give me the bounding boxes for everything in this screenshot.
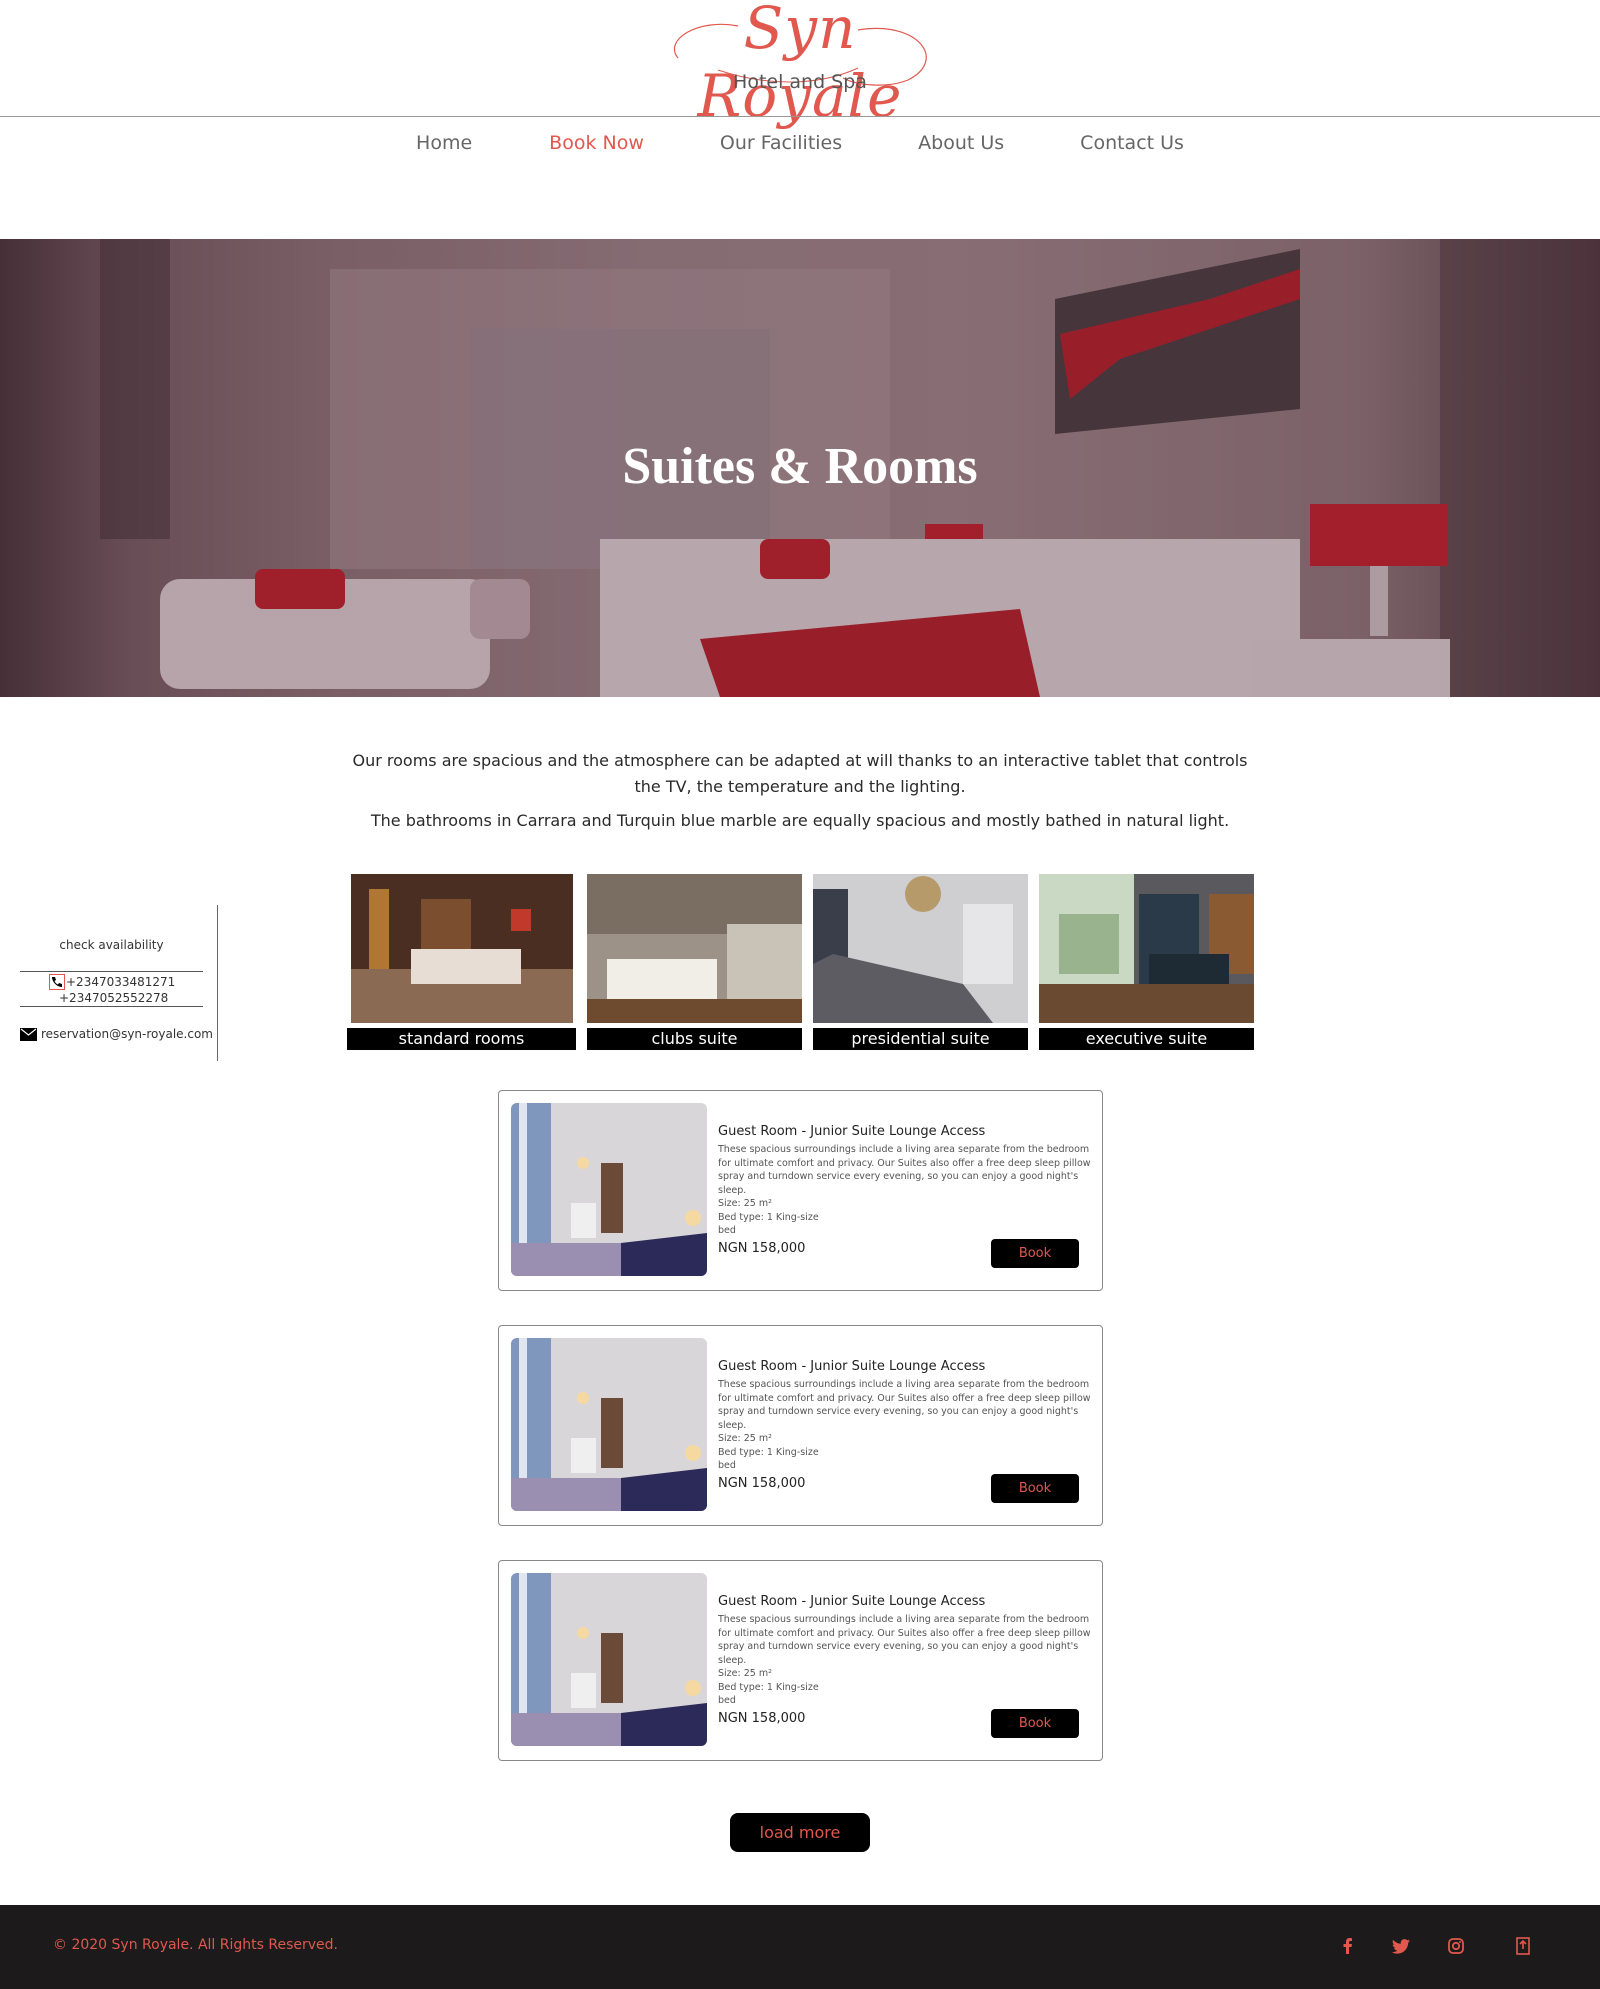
- category-image: [351, 874, 573, 1023]
- room-size: Size: 25 m²: [718, 1198, 772, 1209]
- availability-panel: check availability +2347033481271 +23470…: [0, 905, 218, 1061]
- category-image: [813, 874, 1028, 1023]
- logo-subtitle: Hotel and Spa: [733, 71, 867, 93]
- room-image: [511, 1573, 707, 1746]
- panel-divider: [20, 1006, 203, 1007]
- phone-number-2[interactable]: +2347052552278: [48, 990, 198, 1006]
- nav-contact-us[interactable]: Contact Us: [1080, 132, 1184, 162]
- nav-our-facilities[interactable]: Our Facilities: [720, 132, 842, 162]
- panel-divider: [20, 971, 203, 972]
- category-image: [587, 874, 802, 1023]
- room-price: NGN 158,000: [718, 1711, 806, 1726]
- room-size: Size: 25 m²: [718, 1433, 772, 1444]
- instagram-icon[interactable]: [1445, 1935, 1467, 1957]
- copyright-text: © 2020 Syn Royale. All Rights Reserved.: [53, 1937, 338, 1953]
- category-label: executive suite: [1039, 1028, 1254, 1050]
- room-card: Guest Room - Junior Suite Lounge Access …: [498, 1560, 1103, 1761]
- phone-numbers: +2347033481271 +2347052552278: [48, 974, 198, 1006]
- header-divider: [0, 116, 1600, 117]
- category-standard-rooms[interactable]: standard rooms: [347, 874, 576, 1050]
- site-logo[interactable]: Syn Royale Hotel and Spa: [650, 0, 950, 130]
- check-availability-link[interactable]: check availability: [20, 938, 203, 952]
- room-title: Guest Room - Junior Suite Lounge Access: [718, 1124, 986, 1139]
- category-label: standard rooms: [347, 1028, 576, 1050]
- room-title: Guest Room - Junior Suite Lounge Access: [718, 1359, 986, 1374]
- room-card: Guest Room - Junior Suite Lounge Access …: [498, 1325, 1103, 1526]
- logo-wordmark: Syn Royale: [697, 0, 903, 130]
- book-button[interactable]: Book: [991, 1709, 1079, 1738]
- category-label: clubs suite: [587, 1028, 802, 1050]
- room-bed-type-cont: bed: [718, 1460, 736, 1471]
- intro-paragraph-1: Our rooms are spacious and the atmospher…: [352, 751, 1248, 796]
- room-size: Size: 25 m²: [718, 1668, 772, 1679]
- room-title: Guest Room - Junior Suite Lounge Access: [718, 1594, 986, 1609]
- room-bed-type: Bed type: 1 King-size: [718, 1447, 819, 1458]
- room-description: These spacious surroundings include a li…: [718, 1614, 1091, 1666]
- email-contact[interactable]: reservation@syn-royale.com: [20, 1027, 220, 1041]
- email-address[interactable]: reservation@syn-royale.com: [41, 1027, 213, 1041]
- phone-number-1[interactable]: +2347033481271: [48, 974, 198, 990]
- hero-banner: Suites & Rooms: [0, 239, 1600, 697]
- site-footer: © 2020 Syn Royale. All Rights Reserved.: [0, 1905, 1600, 1989]
- category-image: [1039, 874, 1254, 1023]
- category-presidential-suite[interactable]: presidential suite: [813, 874, 1028, 1050]
- room-price: NGN 158,000: [718, 1476, 806, 1491]
- room-description: These spacious surroundings include a li…: [718, 1379, 1091, 1431]
- nav-home[interactable]: Home: [416, 132, 472, 162]
- intro-paragraph-2: The bathrooms in Carrara and Turquin blu…: [370, 811, 1230, 830]
- room-image: [511, 1338, 707, 1511]
- facebook-icon[interactable]: [1337, 1935, 1359, 1957]
- room-image: [511, 1103, 707, 1276]
- main-nav: Home Book Now Our Facilities About Us Co…: [0, 132, 1600, 162]
- book-button[interactable]: Book: [991, 1239, 1079, 1268]
- category-label: presidential suite: [813, 1028, 1028, 1050]
- book-button[interactable]: Book: [991, 1474, 1079, 1503]
- envelope-icon: [20, 1027, 37, 1041]
- room-card: Guest Room - Junior Suite Lounge Access …: [498, 1090, 1103, 1291]
- room-categories: standard rooms clubs suite presidential …: [347, 874, 1254, 1050]
- room-description: These spacious surroundings include a li…: [718, 1144, 1091, 1196]
- room-bed-type-cont: bed: [718, 1225, 736, 1236]
- room-bed-type: Bed type: 1 King-size: [718, 1212, 819, 1223]
- room-bed-type-cont: bed: [718, 1695, 736, 1706]
- category-executive-suite[interactable]: executive suite: [1039, 874, 1254, 1050]
- page-title: Suites & Rooms: [622, 438, 978, 495]
- twitter-icon[interactable]: [1390, 1935, 1412, 1957]
- room-price: NGN 158,000: [718, 1241, 806, 1256]
- nav-about-us[interactable]: About Us: [918, 132, 1004, 162]
- nav-book-now[interactable]: Book Now: [549, 132, 644, 162]
- category-clubs-suite[interactable]: clubs suite: [587, 874, 802, 1050]
- tripadvisor-icon[interactable]: [1512, 1935, 1534, 1957]
- intro-text: Our rooms are spacious and the atmospher…: [340, 748, 1260, 834]
- room-bed-type: Bed type: 1 King-size: [718, 1682, 819, 1693]
- load-more-button[interactable]: load more: [730, 1813, 870, 1852]
